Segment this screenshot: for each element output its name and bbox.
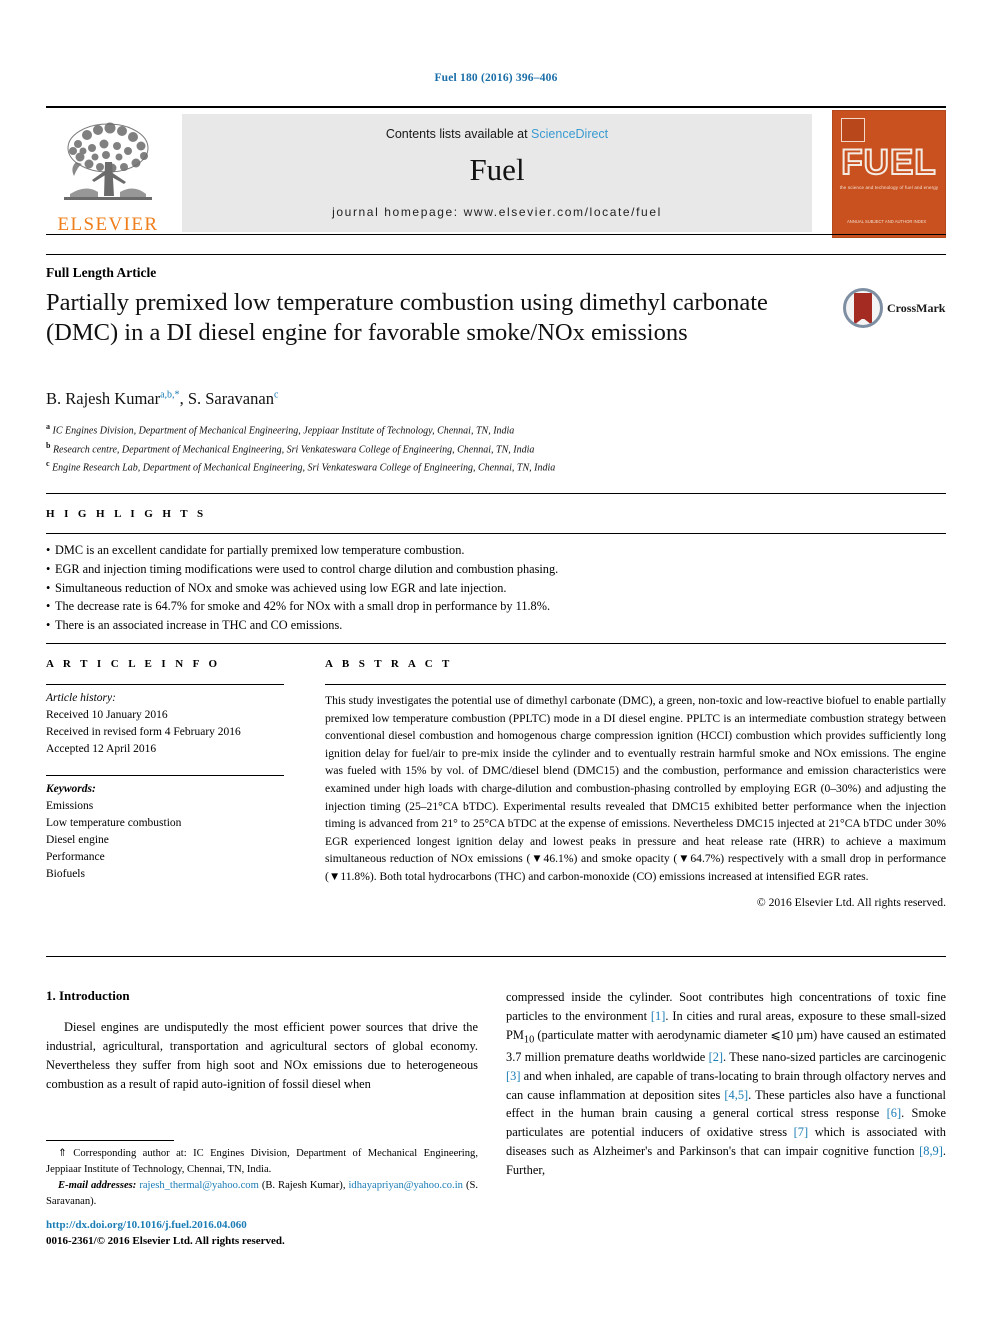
affiliation-item: c Engine Research Lab, Department of Mec… [46,459,556,474]
highlights-heading: H I G H L I G H T S [46,508,207,520]
cover-footer-text: ANNUAL SUBJECT AND AUTHOR INDEX [847,218,927,224]
footnote-rule [46,1140,174,1141]
bullet-icon: • [46,543,51,557]
keyword-item: Performance [46,851,105,864]
journal-homepage-link[interactable]: journal homepage: www.elsevier.com/locat… [332,205,662,219]
abstract-bottom-rule [46,956,946,957]
citation-ref[interactable]: [7] [794,1125,808,1139]
author-list: B. Rajesh Kumara,b,*, S. Saravananc [46,389,279,408]
history-item: Received 10 January 2016 [46,709,168,722]
contents-line: Contents lists available at ScienceDirec… [386,127,608,141]
crossmark-label: CrossMark [887,301,946,315]
abstract-rule [325,684,946,685]
affiliation-list: a IC Engines Division, Department of Mec… [46,421,786,477]
email-owner-1: (B. Rajesh Kumar) [261,1179,343,1191]
keyword-item: Emissions [46,800,94,813]
cover-title: FUEL [840,143,937,182]
article-history: Article history: Received 10 January 201… [46,690,296,758]
list-item: • EGR and injection timing modifications … [46,560,806,579]
email-link-2[interactable]: idhayapriyan@yahoo.co.in [348,1180,462,1191]
footer-block: http://dx.doi.org/10.1016/j.fuel.2016.04… [46,1218,478,1250]
email-note: E-mail addresses: rajesh_thermal@yahoo.c… [46,1179,479,1207]
cover-subtitle: the science and technology of fuel and e… [839,185,939,190]
elsevier-logo: ELSEVIER [46,112,170,234]
section-heading-introduction: 1. Introduction [46,988,130,1003]
abstract-heading: A B S T R A C T [325,658,453,670]
sciencedirect-link[interactable]: ScienceDirect [531,127,608,141]
affiliation-item: a IC Engines Division, Department of Mec… [46,422,515,437]
journal-masthead: ELSEVIER Contents lists available at Sci… [46,106,946,238]
elsevier-tree-icon [64,122,152,200]
copyright-line: © 2016 Elsevier Ltd. All rights reserved… [756,895,946,909]
crossmark-icon [843,288,883,328]
article-info-rule [46,684,284,685]
history-item: Received in revised form 4 February 2016 [46,726,241,739]
keywords-block: Keywords: Emissions Low temperature comb… [46,781,296,883]
article-type-label: Full Length Article [46,265,157,280]
corresponding-author-note: ⇑ Corresponding author at: IC Engines Di… [46,1148,478,1175]
doi-link[interactable]: http://dx.doi.org/10.1016/j.fuel.2016.04… [46,1218,478,1234]
email-link-1[interactable]: rajesh_thermal@yahoo.com [139,1180,258,1191]
abstract-section-rule [46,643,946,644]
keyword-item: Low temperature combustion [46,817,182,830]
citation-ref[interactable]: [1] [651,1009,665,1023]
article-history-label: Article history: [46,692,116,704]
keywords-label: Keywords: [46,783,96,795]
citation-ref[interactable]: [2] [709,1050,723,1064]
highlights-rule [46,533,946,534]
elsevier-wordmark: ELSEVIER [57,214,159,235]
paper-page: Fuel 180 (2016) 396–406 ELSEVIER Content… [0,0,992,1323]
author-marks-2: c [273,389,279,401]
abstract-body: This study investigates the potential us… [325,692,946,911]
footnote-block: ⇑ Corresponding author at: IC Engines Di… [46,1146,478,1210]
bullet-icon: • [46,618,51,633]
list-item: • The decrease rate is 64.7% for smoke an… [46,597,806,616]
body-column-left: 1. Introduction Diesel engines are undis… [46,988,478,1093]
email-label: E-mail addresses: [58,1179,137,1191]
list-item: • Simultaneous reduction of NOx and smoke… [46,579,806,598]
bullet-icon: • [46,580,51,595]
article-header-rule [46,254,946,255]
author-name-2: S. Saravanan [187,389,274,408]
highlights-list: • DMC is an excellent candidate for parti… [46,541,806,635]
body-column-right: compressed inside the cylinder. Soot con… [506,988,946,1180]
list-item: • There is an associated increase in THC … [46,616,806,635]
sciencedirect-band: Contents lists available at ScienceDirec… [182,114,812,232]
highlights-top-rule [46,493,946,494]
author-marks-1: a,b,* [160,389,180,401]
journal-title: Fuel [469,152,525,187]
article-info-heading: A R T I C L E I N F O [46,658,221,670]
issn-copyright-line: 0016-2361/© 2016 Elsevier Ltd. All right… [46,1234,285,1247]
intro-paragraph-left: Diesel engines are undisputedly the most… [46,1020,478,1091]
contents-prefix: Contents lists available at [385,127,532,141]
intro-paragraph-right: compressed inside the cylinder. Soot con… [506,990,946,1177]
abstract-text: This study investigates the potential us… [325,694,946,884]
running-head: Fuel 180 (2016) 396–406 [434,72,558,84]
crossmark-badge[interactable]: CrossMark [843,288,946,330]
citation-ref[interactable]: [8,9] [919,1144,943,1158]
bullet-icon: • [46,599,51,614]
citation-ref[interactable]: [6] [887,1106,901,1120]
author-name-1: B. Rajesh Kumar [46,389,161,408]
cover-elsevier-mark [841,118,865,142]
page-title: Partially premixed low temperature combu… [46,289,768,347]
keyword-item: Biofuels [46,868,85,881]
citation-ref[interactable]: [3] [506,1069,520,1083]
citation-ref[interactable]: [4,5] [724,1088,748,1102]
keyword-item: Diesel engine [46,834,109,847]
keywords-rule [46,775,284,776]
list-item: • DMC is an excellent candidate for parti… [46,541,806,560]
history-item: Accepted 12 April 2016 [46,743,157,756]
journal-cover-thumbnail: FUEL the science and technology of fuel … [832,110,946,238]
affiliation-item: b Research centre, Department of Mechani… [46,440,535,455]
bullet-icon: • [46,561,51,576]
masthead-bottom-rule [46,234,946,235]
